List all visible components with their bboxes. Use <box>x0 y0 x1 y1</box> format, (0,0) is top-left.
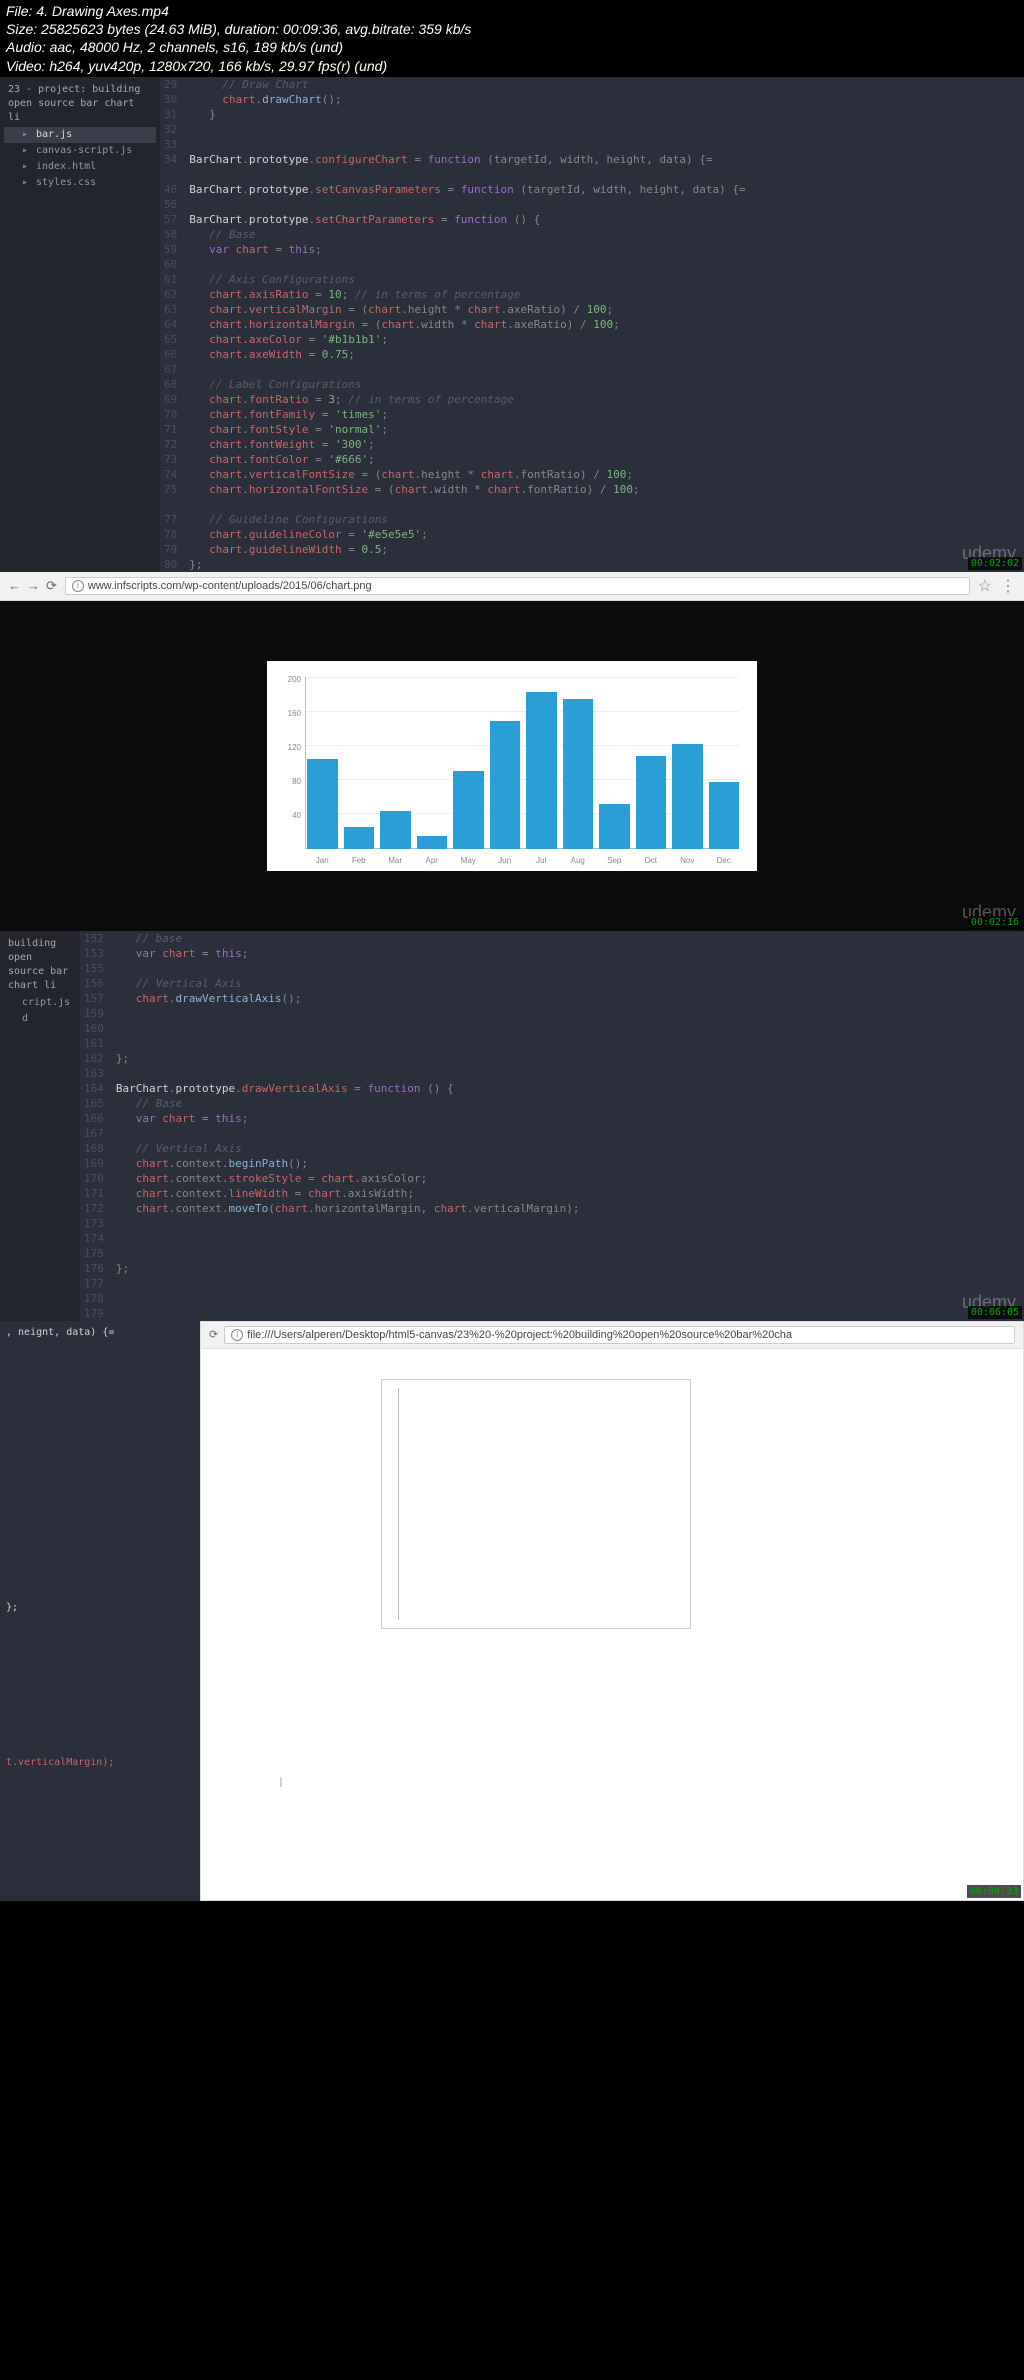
address-bar[interactable]: i file:///Users/alperen/Desktop/html5-ca… <box>224 1326 1015 1344</box>
file-icon: ▸ <box>22 160 32 174</box>
chart-bar <box>453 771 484 848</box>
chart-x-label: Oct <box>636 856 667 865</box>
file-tree-item[interactable]: ▸canvas-script.js <box>4 143 156 159</box>
chart-x-label: Nov <box>672 856 703 865</box>
chart-bar <box>417 836 448 849</box>
back-icon[interactable]: ← <box>8 578 21 594</box>
file-tree-item[interactable]: ▸styles.css <box>4 175 156 191</box>
panel-split: , neignt, data) {= }; t.verticalMargin);… <box>0 1321 1024 1901</box>
black-footer <box>0 1901 1024 2041</box>
code-snippet-left: , neignt, data) {= }; t.verticalMargin); <box>0 1321 200 1901</box>
panel-browser-chart: ← → ⟳ i www.infscripts.com/wp-content/up… <box>0 572 1024 931</box>
chart-bar <box>709 782 740 849</box>
info-icon[interactable]: i <box>72 580 84 592</box>
file-tree-item[interactable]: ▸index.html <box>4 159 156 175</box>
canvas-preview <box>381 1379 691 1629</box>
line-gutter: 2930313233344656575859606162636465666768… <box>160 77 185 572</box>
url-text: file:///Users/alperen/Desktop/html5-canv… <box>247 1329 792 1341</box>
chart-bar <box>307 759 338 848</box>
file-icon: ▸ <box>22 144 32 158</box>
timestamp: 00:02:02 <box>968 557 1022 570</box>
panel-editor-1: 23 - project: building open source bar c… <box>0 77 1024 572</box>
panel-editor-2: building open source bar chart li cript.… <box>0 931 1024 1321</box>
file-name-line: File: 4. Drawing Axes.mp4 <box>6 2 1018 20</box>
line-gutter: 1521531551561571591601611621631641651661… <box>80 931 112 1321</box>
project-name[interactable]: building open source bar chart li <box>4 935 76 995</box>
reload-icon[interactable]: ⟳ <box>46 578 57 594</box>
file-tree-item[interactable]: ▸bar.js <box>4 127 156 143</box>
forward-icon[interactable]: → <box>27 578 40 594</box>
chart-x-label: Sep <box>599 856 630 865</box>
chart-x-label: May <box>453 856 484 865</box>
info-icon[interactable]: i <box>231 1329 243 1341</box>
file-size-line: Size: 25825623 bytes (24.63 MiB), durati… <box>6 20 1018 38</box>
star-icon[interactable]: ☆ <box>978 576 992 596</box>
chart-x-label: Dec <box>709 856 740 865</box>
file-info: File: 4. Drawing Axes.mp4 Size: 25825623… <box>0 0 1024 77</box>
url-text: www.infscripts.com/wp-content/uploads/20… <box>88 580 372 592</box>
code-editor[interactable]: // base var chart = this; // Vertical Ax… <box>112 931 1024 1321</box>
file-tree-item[interactable]: cript.js <box>4 995 76 1011</box>
project-name[interactable]: 23 - project: building open source bar c… <box>4 81 156 127</box>
file-tree-item[interactable] <box>4 1027 76 1029</box>
chart-bar <box>380 811 411 849</box>
chart-image: 4080120160200JanFebMarAprMayJunJulAugSep… <box>267 661 757 871</box>
chart-x-label: Jul <box>526 856 557 865</box>
chart-x-label: Apr <box>417 856 448 865</box>
reload-icon[interactable]: ⟳ <box>209 1328 218 1341</box>
chart-x-label: Jun <box>490 856 521 865</box>
browser-toolbar: ← → ⟳ i www.infscripts.com/wp-content/up… <box>0 572 1024 601</box>
menu-icon[interactable]: ⋮ <box>1000 576 1016 596</box>
file-icon: ▸ <box>22 128 32 142</box>
chart-x-label: Feb <box>344 856 375 865</box>
chart-bar <box>563 699 594 849</box>
chart-bar <box>490 721 521 849</box>
chart-x-label: Aug <box>563 856 594 865</box>
chart-x-label: Jan <box>307 856 338 865</box>
browser-toolbar: ⟳ i file:///Users/alperen/Desktop/html5-… <box>201 1322 1023 1349</box>
timestamp: 00:06:05 <box>968 1306 1022 1319</box>
file-icon: ▸ <box>22 176 32 190</box>
text-cursor-icon: I <box>279 1774 283 1790</box>
chart-bar <box>526 692 557 849</box>
address-bar[interactable]: i www.infscripts.com/wp-content/uploads/… <box>65 577 970 595</box>
chart-bar <box>672 744 703 849</box>
file-audio-line: Audio: aac, 48000 Hz, 2 channels, s16, 1… <box>6 38 1018 56</box>
file-video-line: Video: h264, yuv420p, 1280x720, 166 kb/s… <box>6 57 1018 75</box>
file-tree-sidebar: building open source bar chart li cript.… <box>0 931 80 1321</box>
file-tree-item[interactable]: d <box>4 1011 76 1027</box>
chart-bar <box>599 804 630 849</box>
chart-bar <box>636 756 667 849</box>
chart-x-label: Mar <box>380 856 411 865</box>
code-editor[interactable]: // Draw Chart chart.drawChart(); }BarCha… <box>185 77 1024 572</box>
timestamp: 00:08:33 <box>967 1885 1021 1898</box>
chart-bar <box>344 827 375 849</box>
timestamp: 00:02:16 <box>968 916 1022 929</box>
file-tree-sidebar: 23 - project: building open source bar c… <box>0 77 160 572</box>
